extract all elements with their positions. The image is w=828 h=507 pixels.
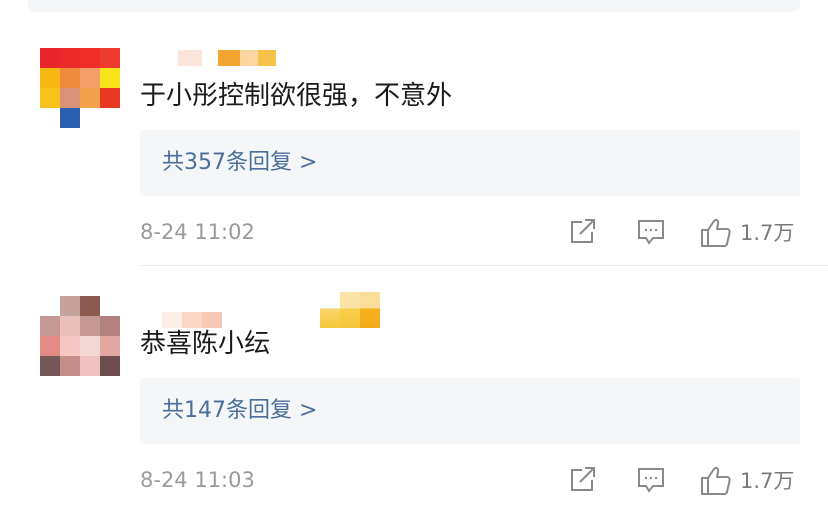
view-replies-link[interactable]: 共147条回复 > xyxy=(162,395,317,427)
share-button[interactable] xyxy=(568,466,598,494)
comment-text: 于小彤控制欲很强，不意外 xyxy=(140,81,453,111)
previous-comment-bottom xyxy=(28,0,800,12)
like-button[interactable]: 1.7万 xyxy=(700,218,794,248)
replies-box[interactable]: 共147条回复 > xyxy=(140,378,800,444)
thumbs-up-icon xyxy=(701,219,731,247)
share-external-icon xyxy=(571,219,595,243)
badge-blurred xyxy=(320,292,380,328)
like-count: 1.7万 xyxy=(740,469,795,493)
username-blurred[interactable] xyxy=(178,50,276,66)
comment-button[interactable] xyxy=(636,218,666,246)
comment-text: 恭喜陈小纭 xyxy=(140,329,271,359)
avatar[interactable] xyxy=(40,296,120,376)
comment-bubble-icon xyxy=(638,220,664,245)
replies-box[interactable]: 共357条回复 > xyxy=(140,130,800,196)
thumbs-up-icon xyxy=(701,467,731,495)
comment-bubble-icon xyxy=(638,468,664,493)
view-replies-link[interactable]: 共357条回复 > xyxy=(162,147,317,179)
like-button[interactable]: 1.7万 xyxy=(700,466,794,496)
share-button[interactable] xyxy=(568,218,598,246)
share-external-icon xyxy=(571,467,595,491)
comment-button[interactable] xyxy=(636,466,666,494)
like-count: 1.7万 xyxy=(740,221,795,245)
comment-divider xyxy=(140,265,828,266)
comment-timestamp: 8-24 11:03 xyxy=(140,468,255,492)
edge-fade xyxy=(0,452,150,507)
avatar[interactable] xyxy=(40,48,120,128)
comment-timestamp: 8-24 11:02 xyxy=(140,220,255,244)
